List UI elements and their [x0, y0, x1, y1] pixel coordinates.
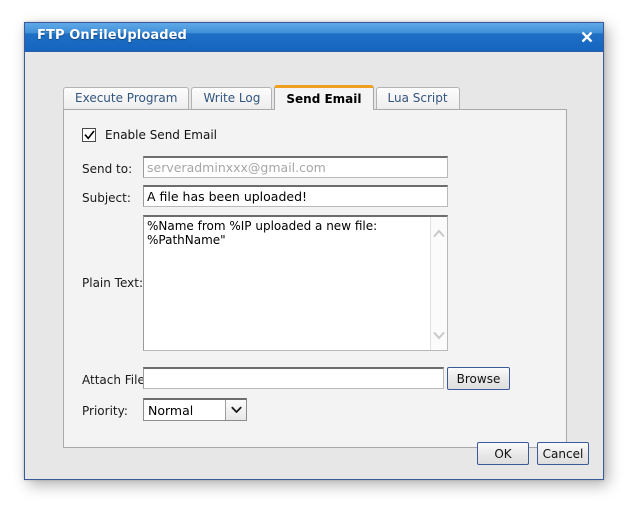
send-to-label: Send to:	[82, 162, 133, 176]
plain-text-area[interactable]: %Name from %IP uploaded a new file: %Pat…	[143, 215, 448, 351]
window-title: FTP OnFileUploaded	[37, 28, 187, 43]
subject-input[interactable]	[143, 185, 448, 207]
enable-send-email-row: Enable Send Email	[82, 128, 217, 142]
tab-write-log[interactable]: Write Log	[191, 87, 273, 109]
enable-send-email-label: Enable Send Email	[105, 128, 218, 142]
priority-selected-value: Normal	[148, 402, 194, 418]
checkmark-icon	[84, 130, 95, 140]
tab-send-email[interactable]: Send Email	[274, 85, 374, 110]
scroll-up-icon[interactable]	[433, 223, 445, 242]
attach-file-input[interactable]	[143, 367, 444, 389]
send-to-input[interactable]	[143, 156, 448, 178]
attach-file-label: Attach File:	[82, 373, 149, 387]
subject-label: Subject:	[82, 191, 131, 205]
tab-strip: Execute Program Write Log Send Email Lua…	[63, 85, 460, 110]
priority-select[interactable]: Normal	[143, 398, 247, 421]
dialog-body: Execute Program Write Log Send Email Lua…	[25, 52, 603, 479]
browse-button[interactable]: Browse	[447, 367, 510, 390]
cancel-button[interactable]: Cancel	[537, 442, 589, 465]
chevron-down-icon[interactable]	[225, 400, 246, 420]
send-email-panel: Enable Send Email Send to: Subject: Plai…	[63, 109, 567, 448]
scroll-down-icon[interactable]	[433, 325, 445, 344]
enable-send-email-checkbox[interactable]	[82, 128, 96, 142]
tab-execute-program[interactable]: Execute Program	[63, 87, 190, 109]
plain-text-label: Plain Text:	[82, 276, 143, 290]
close-icon[interactable]	[576, 26, 598, 48]
priority-label: Priority:	[82, 404, 128, 418]
plain-text-scrollbar[interactable]	[430, 217, 447, 350]
dialog-window: FTP OnFileUploaded Execute Program Write…	[24, 22, 604, 480]
tab-lua-script[interactable]: Lua Script	[375, 87, 460, 109]
plain-text-input[interactable]: %Name from %IP uploaded a new file: %Pat…	[144, 217, 430, 350]
title-bar: FTP OnFileUploaded	[25, 23, 603, 52]
footer-buttons: OK Cancel	[477, 442, 589, 465]
ok-button[interactable]: OK	[477, 442, 529, 465]
